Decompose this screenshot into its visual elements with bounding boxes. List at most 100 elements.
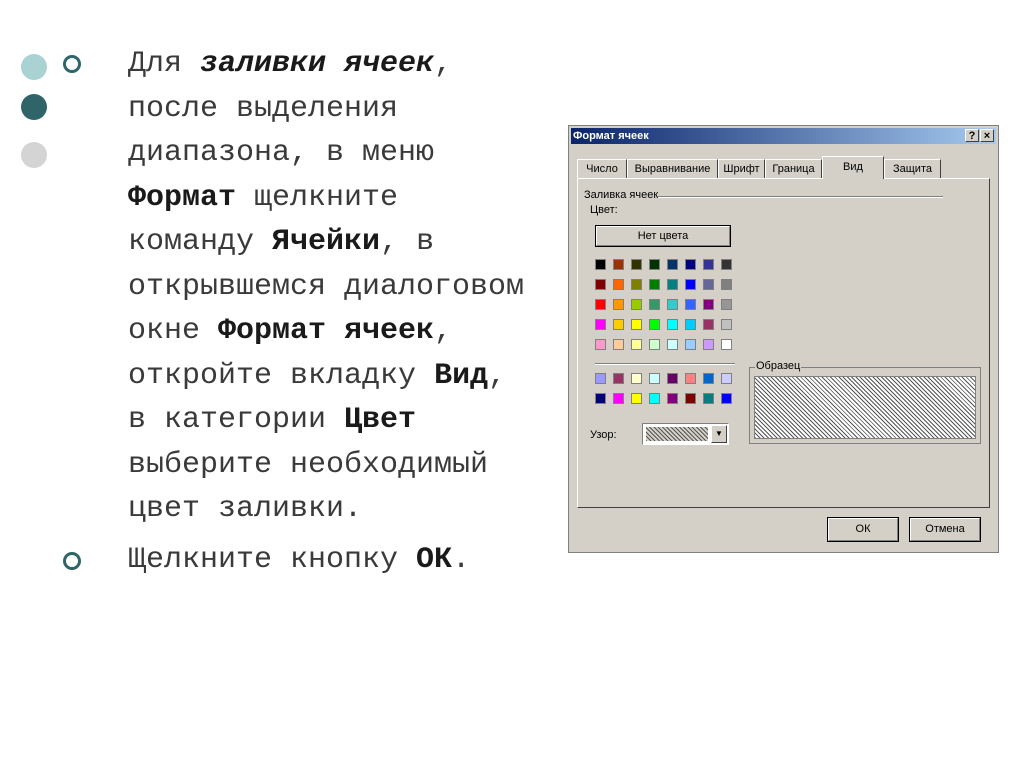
sample-group: Образец bbox=[749, 360, 981, 444]
bold-text: Формат bbox=[128, 180, 237, 215]
text: Для bbox=[128, 47, 201, 81]
pattern-dropdown[interactable]: ▼ bbox=[642, 423, 729, 445]
color-swatch[interactable] bbox=[613, 319, 624, 330]
text: Щелкните кнопку bbox=[128, 542, 417, 577]
patterns-panel: Заливка ячеек Цвет: Нет цвета Узор: ▼ Об… bbox=[577, 178, 990, 508]
emphasis-text: заливки ячеек bbox=[200, 47, 435, 81]
decorative-circle-dark bbox=[21, 94, 47, 120]
color-swatch[interactable] bbox=[613, 393, 624, 404]
color-swatch[interactable] bbox=[595, 319, 606, 330]
color-swatch[interactable] bbox=[595, 279, 606, 290]
bullet-ring-icon bbox=[63, 551, 81, 570]
palette-divider bbox=[595, 363, 735, 365]
color-swatch[interactable] bbox=[631, 393, 642, 404]
color-swatch[interactable] bbox=[595, 393, 606, 404]
pattern-label: Узор: bbox=[590, 429, 617, 441]
tab-font[interactable]: Шрифт bbox=[718, 159, 765, 178]
color-swatch[interactable] bbox=[667, 259, 678, 270]
color-swatch[interactable] bbox=[649, 279, 660, 290]
decorative-circle-light bbox=[21, 54, 47, 80]
color-swatch[interactable] bbox=[721, 373, 732, 384]
color-swatch[interactable] bbox=[685, 299, 696, 310]
color-swatch[interactable] bbox=[703, 339, 714, 350]
color-swatch[interactable] bbox=[649, 393, 660, 404]
color-swatch[interactable] bbox=[631, 279, 642, 290]
color-swatch[interactable] bbox=[685, 393, 696, 404]
color-swatch[interactable] bbox=[595, 339, 606, 350]
tab-number[interactable]: Число bbox=[577, 159, 627, 178]
tab-border[interactable]: Граница bbox=[765, 159, 822, 178]
color-swatch[interactable] bbox=[667, 339, 678, 350]
color-swatch[interactable] bbox=[613, 299, 624, 310]
ok-button[interactable]: ОК bbox=[827, 517, 899, 542]
color-swatch[interactable] bbox=[631, 339, 642, 350]
slide-body: Для заливки ячеек, после выделения диапа… bbox=[60, 42, 530, 582]
tab-patterns[interactable]: Вид bbox=[822, 156, 884, 179]
sample-label: Образец bbox=[755, 360, 802, 372]
chevron-down-icon[interactable]: ▼ bbox=[711, 425, 727, 443]
color-swatch[interactable] bbox=[721, 279, 732, 290]
bullet-fill-instructions: Для заливки ячеек, после выделения диапа… bbox=[60, 42, 530, 532]
color-swatch[interactable] bbox=[685, 339, 696, 350]
color-swatch[interactable] bbox=[667, 279, 678, 290]
no-color-button[interactable]: Нет цвета bbox=[595, 225, 731, 247]
bold-text: Ячейки bbox=[272, 225, 381, 259]
bold-text: ОК bbox=[416, 542, 453, 577]
color-swatch[interactable] bbox=[703, 299, 714, 310]
color-swatch[interactable] bbox=[703, 259, 714, 270]
close-button[interactable]: × bbox=[980, 129, 994, 142]
color-swatch[interactable] bbox=[721, 339, 732, 350]
color-swatch[interactable] bbox=[685, 373, 696, 384]
color-swatch[interactable] bbox=[631, 373, 642, 384]
color-swatch[interactable] bbox=[667, 373, 678, 384]
color-swatch[interactable] bbox=[667, 319, 678, 330]
color-swatch[interactable] bbox=[649, 259, 660, 270]
dialog-title: Формат ячеек bbox=[573, 130, 649, 142]
color-swatch[interactable] bbox=[721, 319, 732, 330]
color-swatch[interactable] bbox=[721, 259, 732, 270]
text: выберите необходимый цвет заливки. bbox=[128, 447, 489, 527]
bold-text: Цвет bbox=[344, 403, 417, 437]
color-swatch[interactable] bbox=[685, 259, 696, 270]
color-swatch[interactable] bbox=[649, 319, 660, 330]
color-swatch[interactable] bbox=[721, 393, 732, 404]
color-swatch[interactable] bbox=[595, 259, 606, 270]
tab-alignment[interactable]: Выравнивание bbox=[627, 159, 718, 178]
cell-shading-label: Заливка ячеек bbox=[584, 189, 659, 201]
color-swatch[interactable] bbox=[703, 373, 714, 384]
color-swatch[interactable] bbox=[613, 259, 624, 270]
text: . bbox=[452, 542, 471, 577]
color-swatch[interactable] bbox=[685, 279, 696, 290]
decorative-circle-gray bbox=[21, 142, 47, 168]
bullet-click-ok: Щелкните кнопку ОК. bbox=[60, 538, 530, 583]
color-swatch[interactable] bbox=[595, 373, 606, 384]
color-swatch[interactable] bbox=[613, 373, 624, 384]
color-swatch[interactable] bbox=[649, 373, 660, 384]
color-swatch[interactable] bbox=[721, 299, 732, 310]
color-swatch[interactable] bbox=[649, 339, 660, 350]
color-swatch[interactable] bbox=[613, 339, 624, 350]
pattern-preview bbox=[646, 427, 708, 441]
color-swatch[interactable] bbox=[703, 319, 714, 330]
tab-protection[interactable]: Защита bbox=[884, 159, 941, 178]
sample-preview bbox=[754, 376, 976, 439]
bold-text: Формат ячеек bbox=[218, 314, 435, 348]
color-swatch[interactable] bbox=[595, 299, 606, 310]
color-swatch[interactable] bbox=[703, 279, 714, 290]
color-swatch[interactable] bbox=[631, 319, 642, 330]
color-swatch[interactable] bbox=[667, 393, 678, 404]
color-swatch[interactable] bbox=[667, 299, 678, 310]
help-button[interactable]: ? bbox=[965, 129, 979, 142]
bold-text: Вид bbox=[434, 358, 489, 393]
color-swatch[interactable] bbox=[631, 299, 642, 310]
color-swatch[interactable] bbox=[613, 279, 624, 290]
color-label: Цвет: bbox=[590, 204, 618, 216]
color-swatch[interactable] bbox=[685, 319, 696, 330]
color-swatch[interactable] bbox=[649, 299, 660, 310]
bullet-ring-icon bbox=[63, 55, 81, 73]
color-swatch[interactable] bbox=[631, 259, 642, 270]
color-swatch[interactable] bbox=[703, 393, 714, 404]
cancel-button[interactable]: Отмена bbox=[909, 517, 981, 542]
dialog-titlebar: Формат ячеек ? × bbox=[571, 128, 996, 144]
group-divider bbox=[658, 196, 943, 198]
